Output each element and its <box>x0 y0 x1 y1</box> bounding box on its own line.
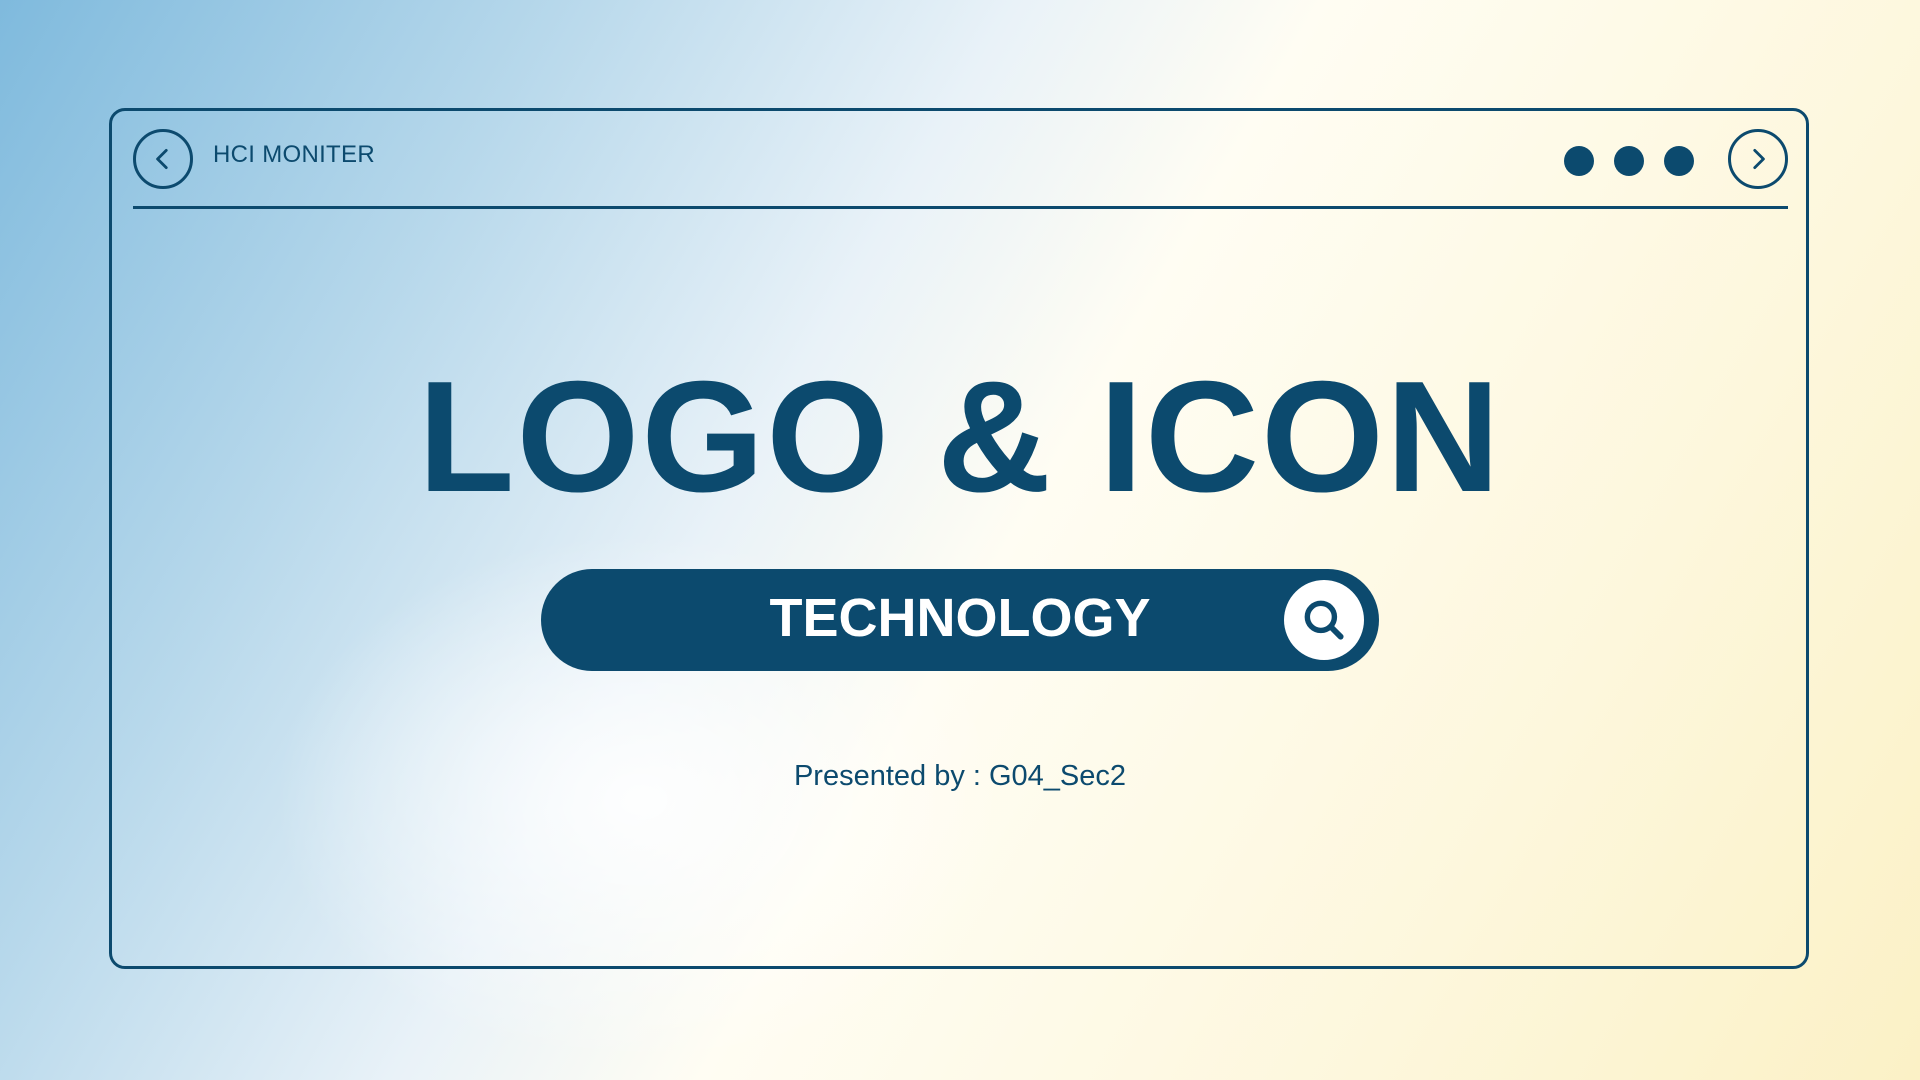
presenter-credit: Presented by : G04_Sec2 <box>793 760 1127 792</box>
dot-3 <box>1664 146 1694 176</box>
dot-2 <box>1614 146 1644 176</box>
search-button[interactable] <box>1284 580 1364 660</box>
chevron-right-icon <box>1753 148 1765 170</box>
search-bar[interactable]: TECHNOLOGY <box>541 569 1379 671</box>
search-icon <box>1304 600 1344 640</box>
window-title: HCI MONITER <box>213 141 375 168</box>
window-titlebar: HCI MONITER <box>133 111 1788 209</box>
browser-window-frame: HCI MONITER <box>109 108 1809 969</box>
back-button[interactable] <box>133 129 193 189</box>
forward-button[interactable] <box>1728 129 1788 189</box>
search-bar-text: TECHNOLOGY <box>769 588 1151 648</box>
three-dots-icon[interactable] <box>1564 146 1694 176</box>
slide-headline: LOGO & ICON <box>417 349 1503 525</box>
dot-1 <box>1564 146 1594 176</box>
chevron-left-icon <box>156 148 168 170</box>
